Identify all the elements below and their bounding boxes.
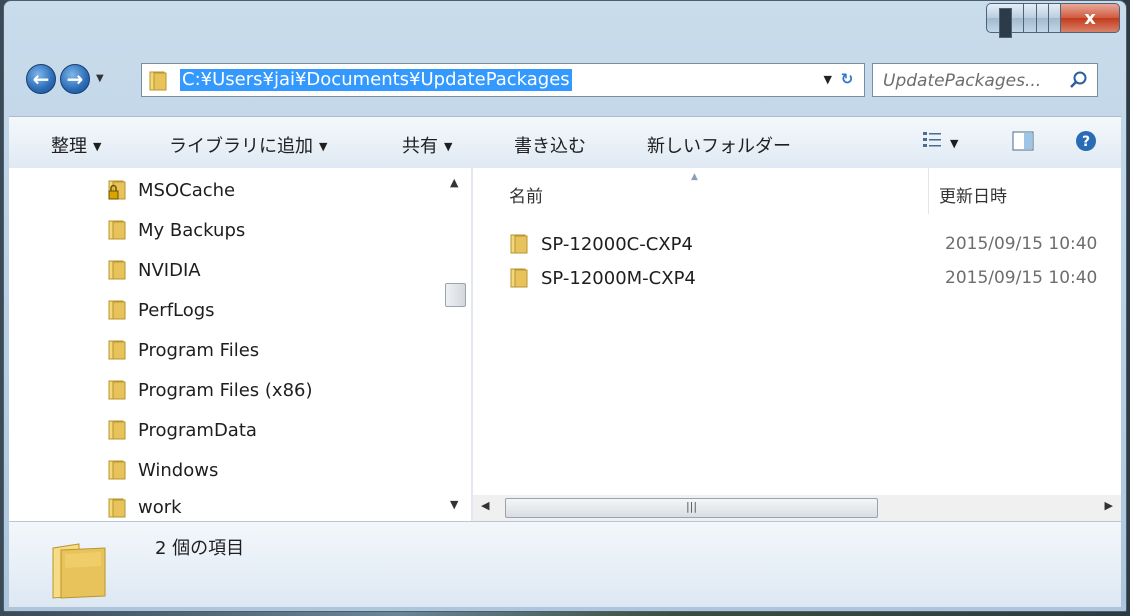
chevron-down-icon: ▼ [319,140,328,153]
new-folder-label: 新しいフォルダー [647,136,791,157]
help-icon: ? [1076,131,1096,151]
minimize-icon [998,8,1012,38]
folder-icon [108,220,126,240]
nav-item-label: Windows [138,459,219,481]
explorer-window: x ← → ▼ C:¥Users¥jai¥Documents¥UpdatePac… [3,0,1127,612]
forward-button[interactable]: → [60,64,90,94]
search-placeholder: UpdatePackages... [883,71,1042,91]
nav-item-program-files-x86[interactable]: Program Files (x86) [107,374,313,406]
preview-pane-icon [1012,131,1034,151]
file-name: SP-12000M-CXP4 [541,267,696,289]
file-row[interactable]: SP-12000M-CXP4 2015/09/15 10:40 [509,262,1126,294]
new-folder-button[interactable]: 新しいフォルダー [647,132,791,158]
folder-icon [510,268,528,288]
nav-item-work[interactable]: work [107,494,182,524]
scroll-down-icon[interactable]: ▼ [450,498,458,511]
sort-ascending-icon: ▲ [691,172,698,182]
close-button[interactable]: x [1060,3,1120,33]
address-row: ← → ▼ C:¥Users¥jai¥Documents¥UpdatePacka… [4,57,1126,101]
address-bar[interactable]: C:¥Users¥jai¥Documents¥UpdatePackages ▼ … [141,63,865,97]
minimize-button[interactable] [986,3,1023,38]
nav-item-perflogs[interactable]: PerfLogs [107,294,215,326]
forward-arrow-icon: → [66,67,84,91]
svg-text:?: ? [1082,134,1090,150]
burn-button[interactable]: 書き込む [514,132,586,158]
folder-icon [108,260,126,280]
recent-pages-dropdown[interactable]: ▼ [96,73,104,84]
scroll-left-icon[interactable]: ◀ [481,499,489,512]
chevron-down-icon: ▼ [93,140,102,153]
share-menu[interactable]: 共有 ▼ [402,132,452,158]
folder-icon [108,300,126,320]
scroll-right-icon[interactable]: ▶ [1105,499,1113,512]
nav-item-programdata[interactable]: ProgramData [107,414,257,446]
main-area: MSOCache My Backups NVIDIA PerfLogs Prog… [9,168,1121,521]
folder-icon [108,420,126,440]
folder-icon [108,498,126,518]
nav-vertical-scrollbar[interactable]: ▲ ▼ [442,168,470,521]
column-header-date[interactable]: 更新日時 [939,182,1007,207]
details-pane: 2 個の項目 [9,521,1121,607]
folder-icon [108,460,126,480]
scroll-thumb[interactable]: ||| [505,498,878,518]
scroll-thumb[interactable] [445,283,466,307]
folder-icon [510,234,528,254]
column-divider[interactable] [928,168,929,214]
command-bar: 整理 ▼ ライブラリに追加 ▼ 共有 ▼ 書き込む 新しいフォルダー ▼ ? [9,116,1121,170]
nav-item-label: ProgramData [138,419,257,441]
nav-item-label: PerfLogs [138,299,215,321]
horizontal-scrollbar[interactable]: ◀ ||| ▶ [473,495,1121,521]
nav-item-nvidia[interactable]: NVIDIA [107,254,201,286]
help-button[interactable]: ? [1075,130,1097,157]
nav-item-label: Program Files [138,339,260,361]
chevron-down-icon: ▼ [444,140,453,153]
file-name: SP-12000C-CXP4 [541,233,693,255]
nav-item-windows[interactable]: Windows [107,454,218,486]
view-list-icon [923,132,941,147]
address-path[interactable]: C:¥Users¥jai¥Documents¥UpdatePackages [180,69,572,91]
share-label: 共有 [402,136,438,157]
search-box[interactable]: UpdatePackages... [872,63,1098,97]
file-date: 2015/09/15 10:40 [945,268,1098,288]
folder-icon [149,71,167,91]
nav-item-label: MSOCache [138,179,236,201]
address-dropdown-icon[interactable]: ▼ [824,73,832,86]
organize-menu[interactable]: 整理 ▼ [51,132,101,158]
organize-label: 整理 [51,136,87,157]
maximize-button[interactable] [1023,3,1060,33]
large-folder-icon [52,543,106,599]
burn-label: 書き込む [514,136,586,157]
scroll-up-icon[interactable]: ▲ [450,176,458,189]
grip-icon: ||| [685,500,698,513]
back-button[interactable]: ← [26,64,56,94]
locked-folder-icon [108,180,126,200]
nav-item-label: My Backups [138,219,246,241]
item-count: 2 個の項目 [155,538,245,559]
refresh-icon[interactable]: ↻ [836,70,858,90]
folder-icon [108,340,126,360]
maximize-icon [1035,3,1049,33]
file-list-pane: ▲ 名前 更新日時 SP-12000C-CXP4 2015/09/15 10:4… [473,168,1121,521]
close-icon: x [1084,7,1096,29]
search-icon[interactable] [1069,70,1089,90]
file-row[interactable]: SP-12000C-CXP4 2015/09/15 10:40 [509,228,1126,260]
nav-item-label: work [138,497,182,518]
view-options-button[interactable]: ▼ [922,129,958,154]
folder-icon [108,380,126,400]
nav-item-program-files[interactable]: Program Files [107,334,259,366]
nav-item-label: NVIDIA [138,259,201,281]
file-date: 2015/09/15 10:40 [945,234,1098,254]
add-to-library-label: ライブラリに追加 [169,136,313,157]
window-controls: x [986,3,1120,38]
navigation-pane: MSOCache My Backups NVIDIA PerfLogs Prog… [9,168,471,521]
title-bar[interactable]: x [4,1,1126,53]
add-to-library-menu[interactable]: ライブラリに追加 ▼ [169,132,327,158]
nav-item-msocache[interactable]: MSOCache [107,174,235,206]
nav-item-my-backups[interactable]: My Backups [107,214,245,246]
column-header-name[interactable]: 名前 [509,182,543,207]
back-arrow-icon: ← [32,67,50,91]
preview-pane-button[interactable] [1012,130,1034,157]
nav-item-label: Program Files (x86) [138,379,313,401]
chevron-down-icon: ▼ [950,137,959,150]
